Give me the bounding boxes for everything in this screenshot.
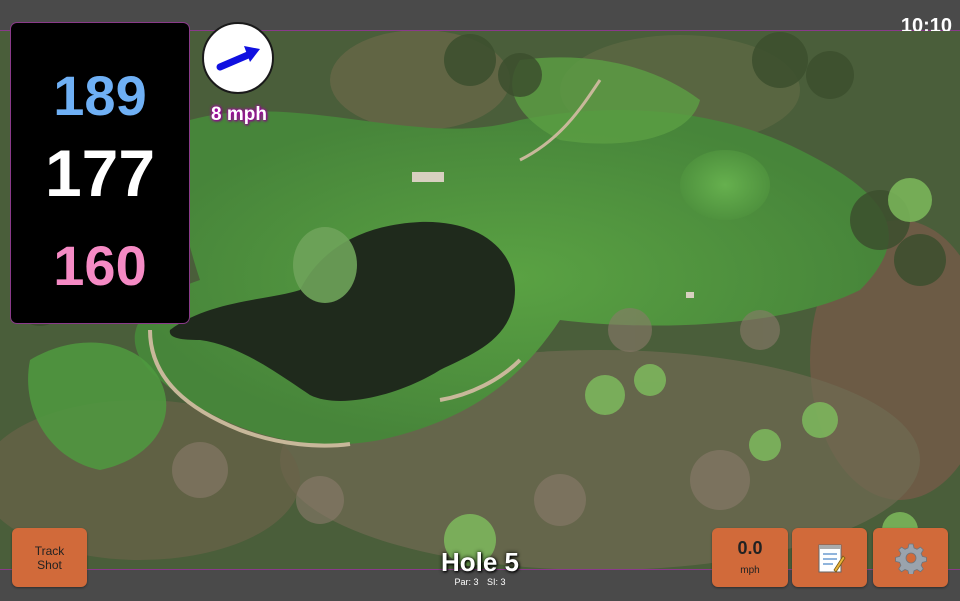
track-shot-label: Track Shot [34, 543, 65, 572]
distance-panel: 189 177 160 [11, 23, 189, 323]
distance-front: 160 [53, 234, 147, 297]
speed-unit: mph [740, 565, 760, 576]
wind-speed: 8 mph [211, 104, 267, 125]
hole-stroke-index: SI: 3 [487, 577, 506, 587]
wind-indicator [202, 22, 274, 94]
hole-info: Par: 3 SI: 3 [380, 577, 580, 587]
distance-back: 189 [53, 64, 147, 127]
wind-direction-arrow-icon [216, 46, 260, 71]
gear-icon [895, 543, 927, 574]
distance-middle: 177 [44, 136, 156, 210]
notes-button[interactable] [792, 528, 867, 587]
speed-button[interactable]: 0.0 mph [712, 528, 788, 587]
hole-title: Hole 5 [440, 547, 520, 577]
track-shot-button[interactable]: Track Shot [12, 528, 87, 587]
hole-par: Par: 3 [454, 577, 479, 587]
notepad-icon [818, 544, 846, 573]
settings-button[interactable] [873, 528, 948, 587]
speed-value: 0.0 [737, 538, 763, 558]
